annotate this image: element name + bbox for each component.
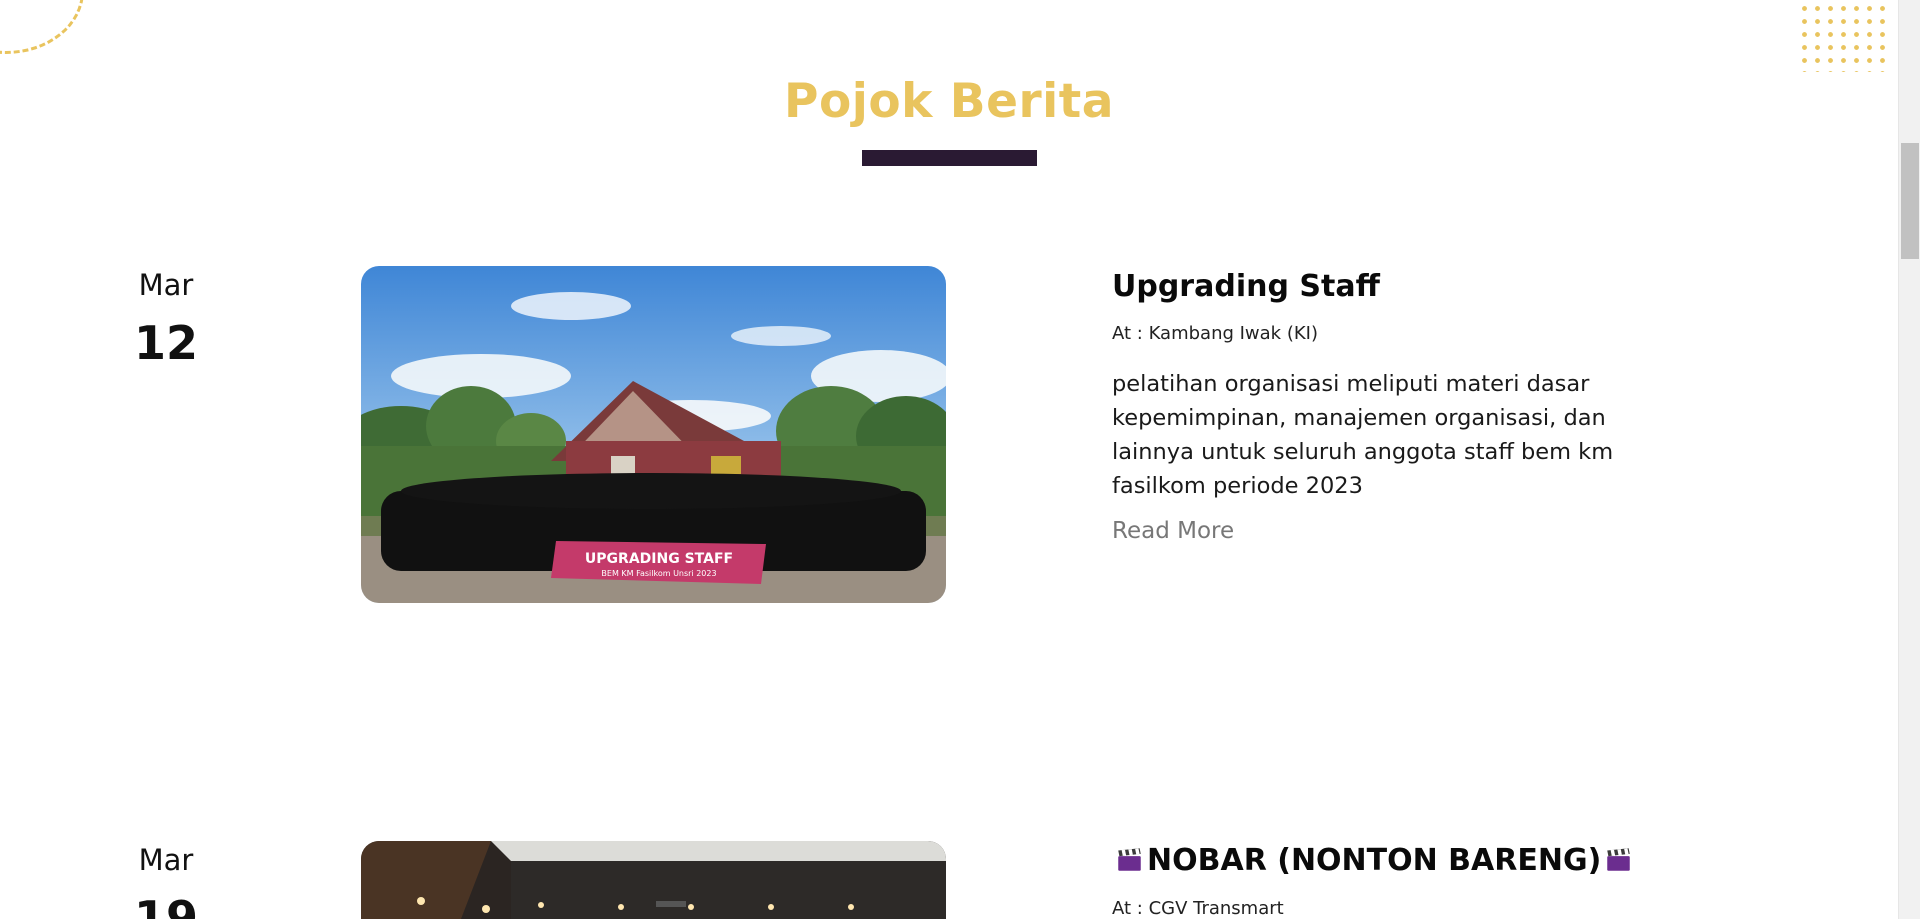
news-item: Mar 19 NOBAR (NONTON BARENG) At: CGV Tr… [0,0,1898,919]
banner-subtitle: BEM KM Fasilkom Unsri 2023 [601,569,716,578]
banner-title: UPGRADING STAFF [585,551,733,567]
news-date-month: Mar [138,843,194,877]
clapper-board-icon [1607,848,1631,871]
news-date-day: 19 [133,891,198,919]
news-location: At : CGV Transmart [1112,898,1284,919]
news-title[interactable]: NOBAR (NONTON BARENG) [1112,843,1832,878]
clapper-board-icon [1118,848,1141,871]
cinema-photo-image [361,841,946,919]
read-more-link[interactable]: Read More [1112,518,1234,544]
news-image[interactable] [361,841,946,919]
page: Pojok Berita Mar 12 UPGRADING STAFF BEM … [0,0,1920,919]
vertical-scrollbar[interactable] [1898,0,1920,919]
scrollbar-thumb[interactable] [1901,143,1919,259]
news-title-text: NOBAR (NONTON BARENG) [1147,843,1602,878]
